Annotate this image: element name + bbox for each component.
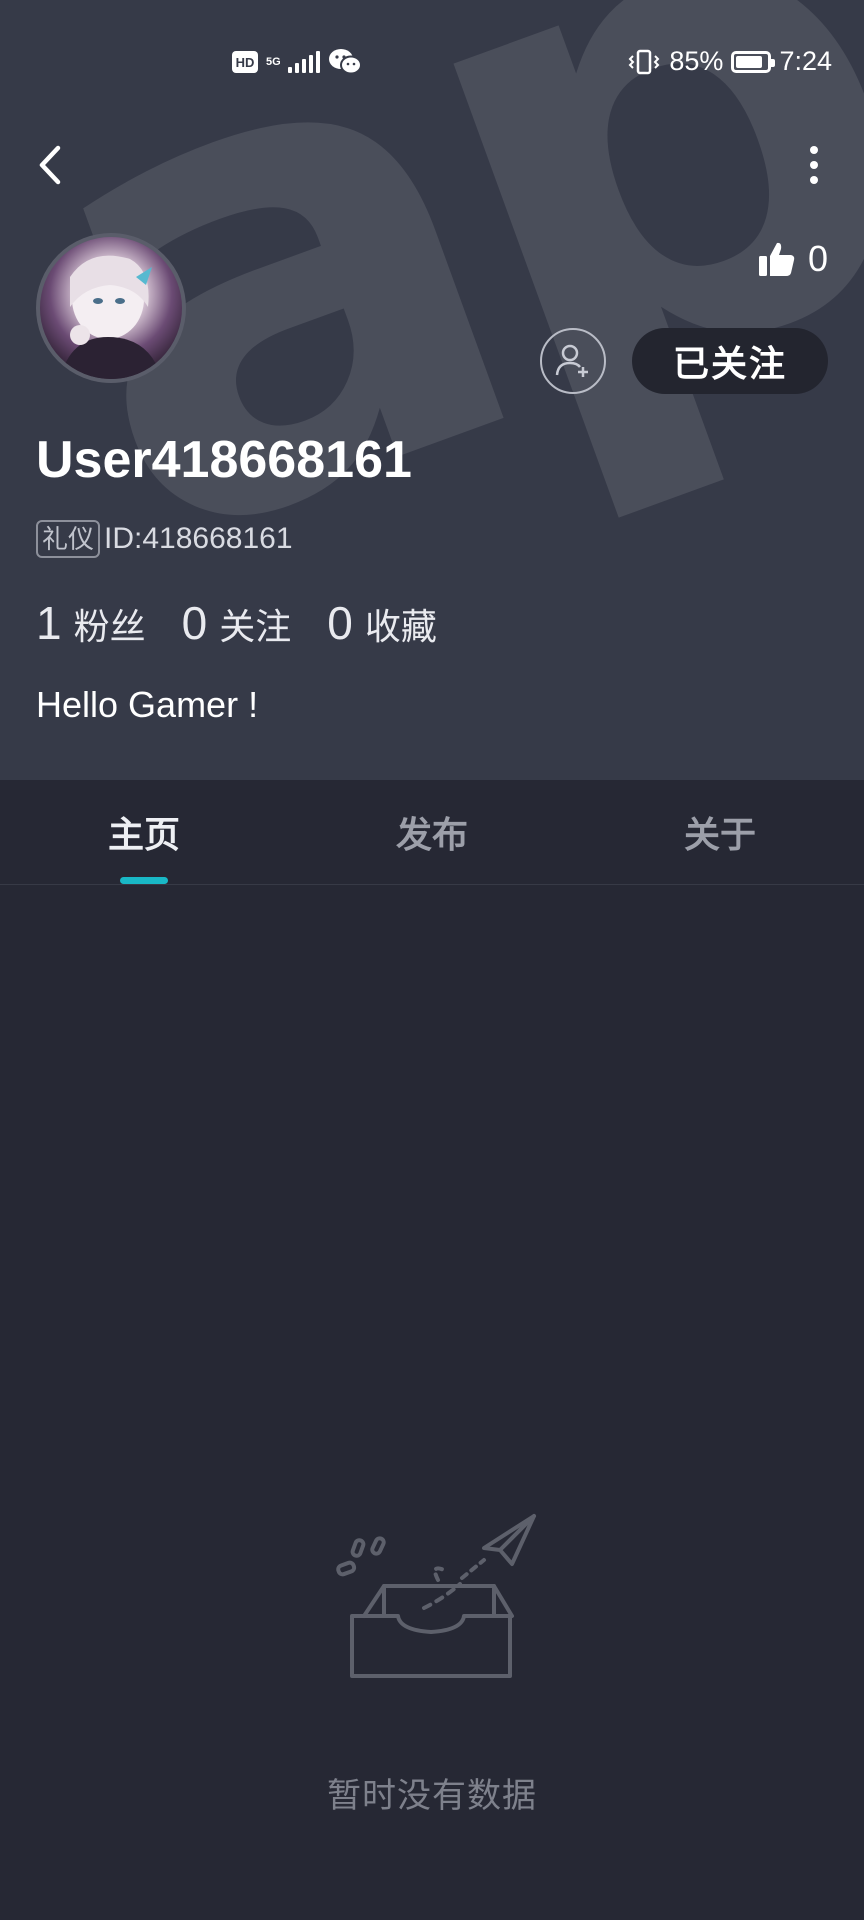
stat-favorites[interactable]: 0 收藏 — [327, 596, 437, 650]
wechat-icon — [329, 49, 362, 75]
tab-label: 主页 — [107, 814, 180, 855]
tab-label: 关于 — [683, 814, 756, 855]
status-bar: HD 5G 85% 7:24 — [0, 40, 864, 90]
profile-header: ap HD 5G 85% 7:24 0 已关注 User418668161 礼仪… — [0, 0, 864, 780]
tab-posts[interactable]: 发布 — [288, 780, 576, 884]
hd-icon: HD — [232, 51, 258, 73]
tab-label: 发布 — [395, 814, 468, 855]
follow-button[interactable]: 已关注 — [632, 328, 828, 394]
stat-followers[interactable]: 1 粉丝 — [36, 596, 146, 650]
empty-state-text: 暂时没有数据 — [327, 1777, 537, 1815]
avatar-illustration — [60, 255, 162, 379]
status-right: 85% 7:24 — [627, 46, 832, 77]
add-user-icon — [555, 344, 588, 377]
tab-home[interactable]: 主页 — [0, 780, 288, 884]
user-id: ID:418668161 — [104, 522, 293, 555]
empty-inbox-icon — [336, 1514, 536, 1678]
stat-label: 粉丝 — [73, 606, 146, 647]
like-button[interactable]: 0 — [758, 238, 828, 280]
like-count: 0 — [807, 238, 828, 279]
network-type: 5G — [266, 56, 281, 68]
vibrate-icon — [628, 49, 660, 74]
tab-about[interactable]: 关于 — [576, 780, 864, 884]
stat-following[interactable]: 0 关注 — [182, 596, 292, 650]
stat-label: 收藏 — [364, 606, 437, 647]
chevron-left-icon — [39, 145, 61, 185]
stat-label: 关注 — [219, 606, 292, 647]
add-friend-button[interactable] — [540, 328, 606, 394]
profile-tabs: 主页 发布 关于 — [0, 780, 864, 885]
username: User418668161 — [36, 431, 412, 489]
stat-value: 1 — [36, 597, 62, 649]
active-tab-indicator — [120, 877, 168, 884]
stats-row: 1 粉丝 0 关注 0 收藏 — [36, 596, 473, 650]
user-bio: Hello Gamer ! — [36, 684, 259, 725]
clock: 7:24 — [779, 46, 832, 76]
thumbs-up-icon — [758, 242, 795, 276]
user-tag-badge: 礼仪 — [36, 520, 101, 558]
avatar[interactable] — [36, 233, 186, 383]
stat-value: 0 — [181, 597, 208, 649]
back-button[interactable] — [30, 140, 74, 190]
id-row: 礼仪 ID:418668161 — [36, 520, 293, 558]
more-options-button[interactable] — [794, 140, 834, 190]
stat-value: 0 — [327, 597, 353, 649]
battery-level-fill — [736, 55, 763, 68]
more-vertical-icon — [810, 146, 818, 154]
status-left: HD 5G — [232, 48, 362, 76]
battery-percent: 85% — [669, 46, 724, 76]
battery-icon — [731, 50, 776, 73]
profile-page: ap HD 5G 85% 7:24 0 已关注 User418668161 礼仪… — [0, 0, 864, 1920]
signal-icon — [288, 51, 320, 73]
